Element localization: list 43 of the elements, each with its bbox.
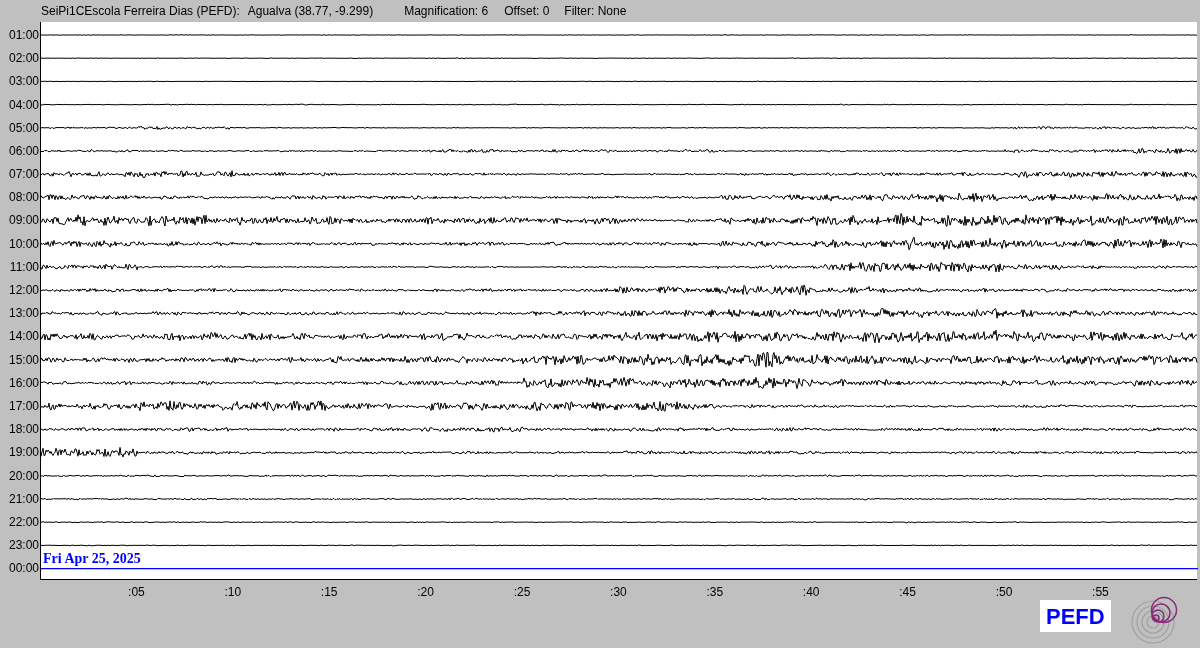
hour-label: 18:00 [8,421,39,439]
hour-label: 13:00 [8,305,39,323]
hour-label: 12:00 [8,282,39,300]
station-location: Agualva (38.77, -9.299) [247,3,374,20]
hour-label: 01:00 [8,27,39,44]
hour-label: 04:00 [8,96,39,114]
hour-label: 05:00 [8,119,39,137]
hour-label: 22:00 [8,513,39,531]
hour-label: 06:00 [8,142,39,160]
minute-tick-label: :40 [802,584,820,601]
minute-tick-label: :25 [513,584,531,601]
hour-label: 10:00 [8,235,39,253]
date-label: Fri Apr 25, 2025 [43,552,141,566]
minute-tick-label: :10 [224,584,242,601]
seismograph-logo-icon [1131,596,1179,644]
minute-tick-label: :20 [417,584,434,601]
hour-label: 23:00 [8,537,39,555]
hour-label: 20:00 [8,467,39,485]
hour-label: 19:00 [8,444,39,462]
hour-label: 17:00 [8,398,39,415]
minute-tick-label: :30 [610,584,627,601]
minute-tick-label: :35 [706,584,724,601]
hour-label: 00:00 [8,560,39,578]
hour-label: 02:00 [8,50,39,68]
minute-tick-label: :05 [128,584,145,601]
minute-tick-label: :55 [1092,584,1109,601]
hour-label: 09:00 [8,212,39,230]
magnification-label: Magnification: 6 [404,3,489,20]
hour-label: 14:00 [8,328,39,346]
hour-label: 21:00 [8,490,39,508]
hour-label: 08:00 [8,189,39,207]
hour-label: 07:00 [8,166,39,184]
hour-label: 15:00 [8,351,39,369]
station-name: SeiPi1CEscola Ferreira Dias (PEFD): [41,3,240,20]
filter-label: Filter: None [564,3,627,20]
minute-tick-label: :50 [995,584,1013,601]
minute-tick-label: :15 [320,584,338,601]
offset-label: Offset: 0 [504,3,550,20]
minute-tick-label: :45 [899,584,916,601]
hour-label: 03:00 [8,73,39,91]
hour-label: 11:00 [9,258,39,276]
station-logo-text: PEFD [1040,600,1111,632]
hour-label: 16:00 [8,374,39,392]
